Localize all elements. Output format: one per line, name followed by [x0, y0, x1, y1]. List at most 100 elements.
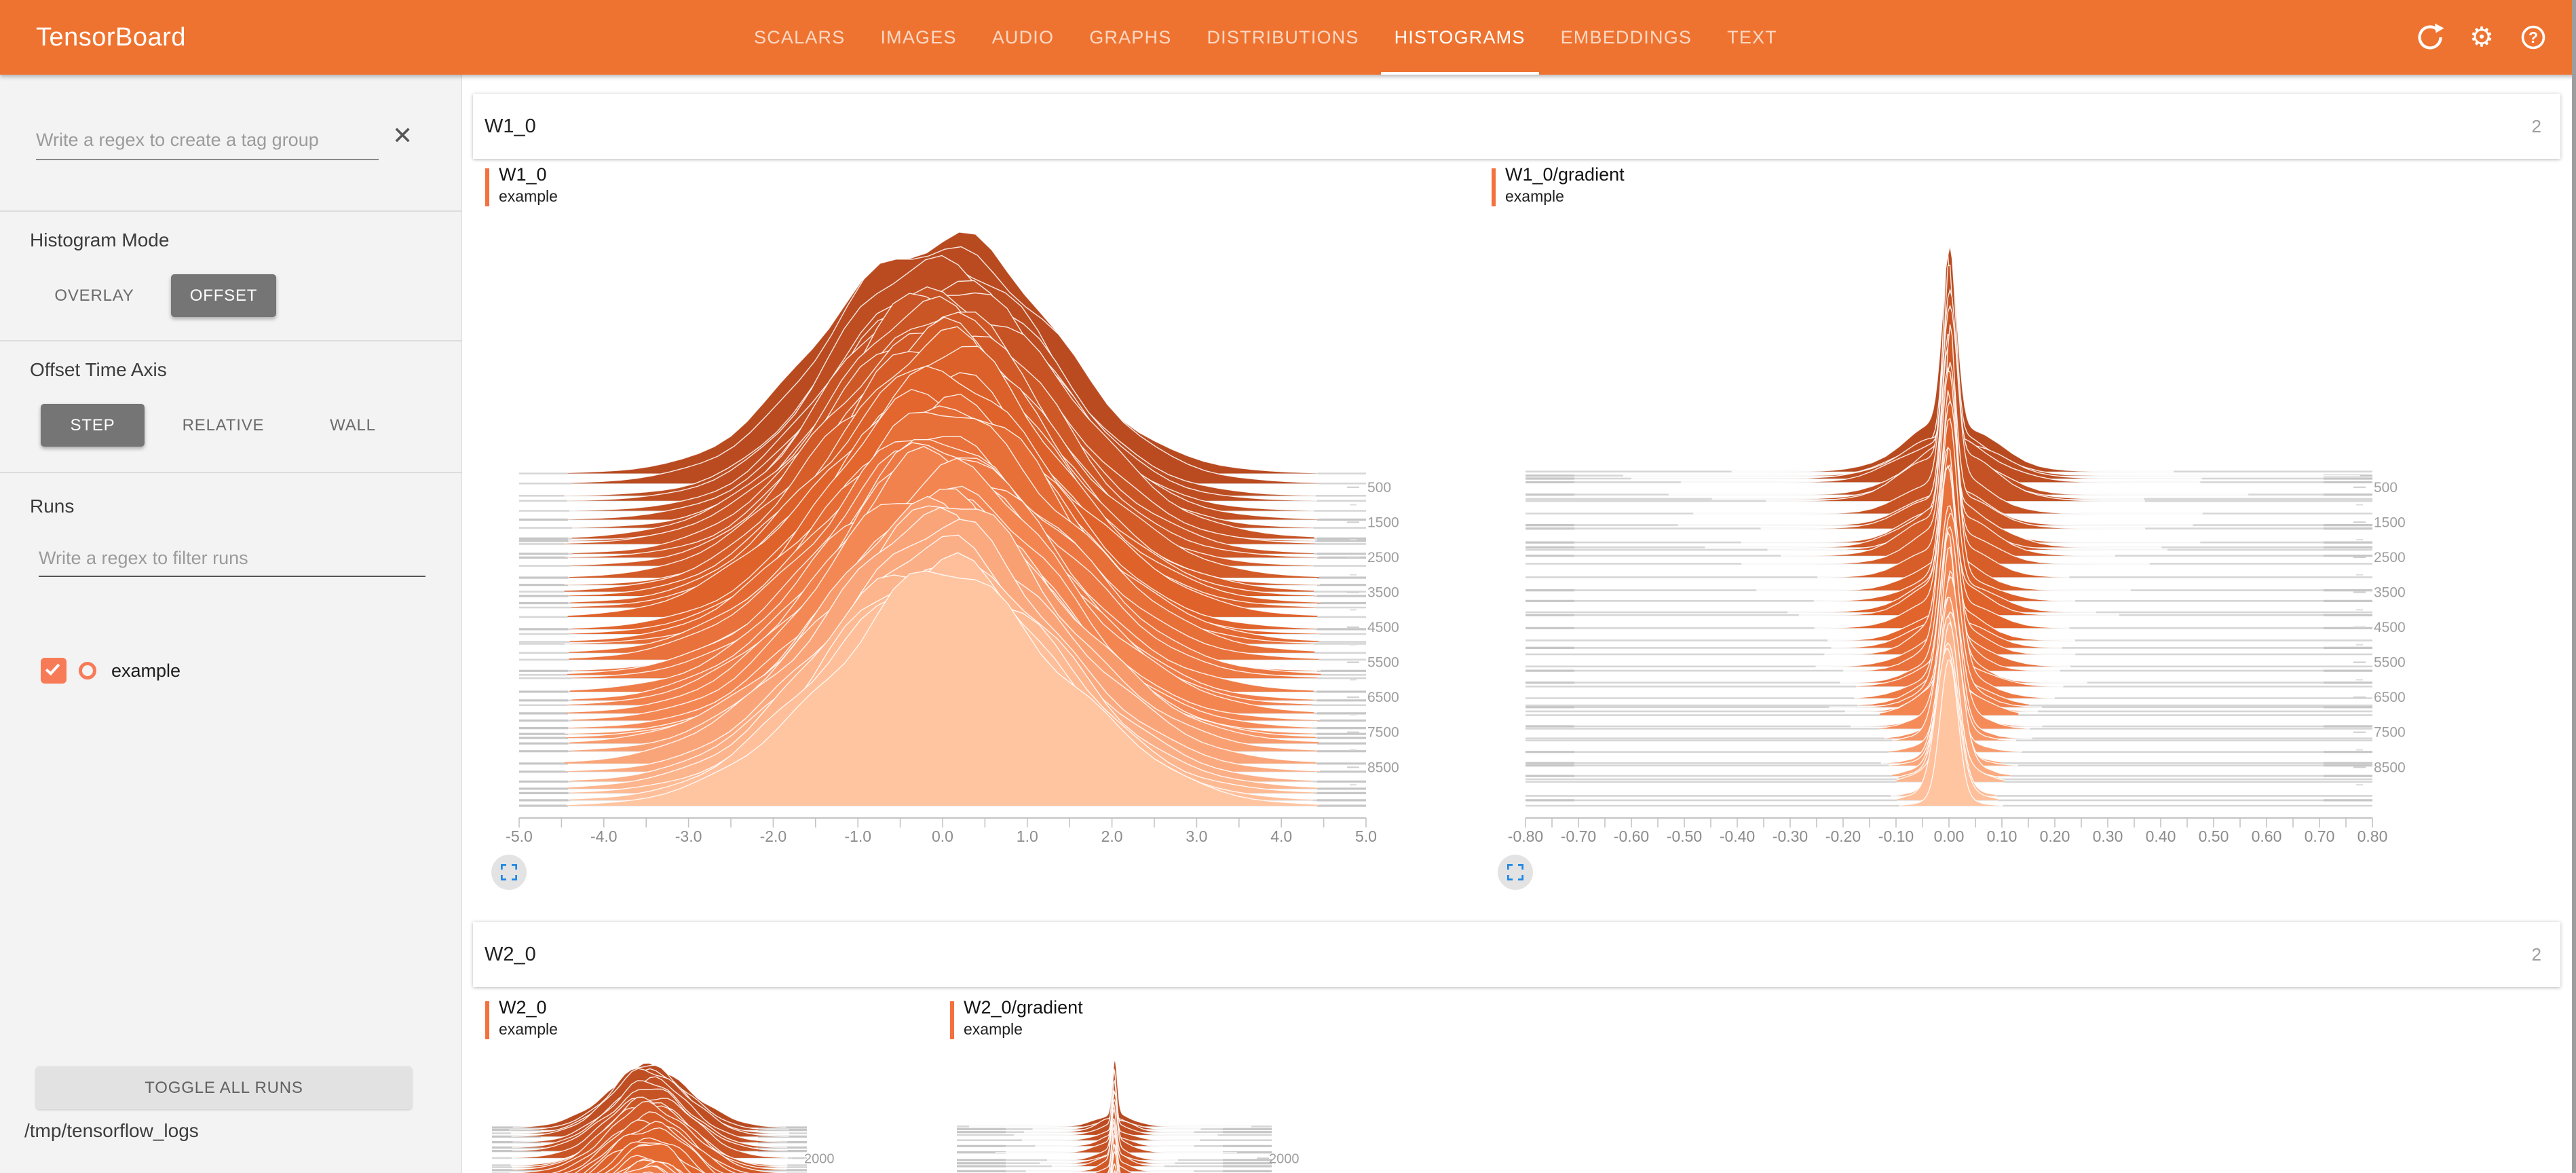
- tab-scalars[interactable]: SCALARS: [736, 0, 863, 75]
- expand-card-button[interactable]: [491, 855, 527, 890]
- runs-label: Runs: [30, 496, 74, 517]
- run-name[interactable]: example: [111, 660, 181, 682]
- run-accent-bar: [950, 1001, 954, 1039]
- refresh-icon[interactable]: [2414, 22, 2446, 53]
- card-header: W2_0 example: [473, 1001, 853, 1042]
- histogram-chart[interactable]: -0.80-0.70-0.60-0.50-0.40-0.30-0.20-0.10…: [1479, 204, 2426, 896]
- divider: [0, 472, 462, 473]
- tab-label: GRAPHS: [1089, 27, 1171, 48]
- run-row-example[interactable]: example: [41, 656, 181, 686]
- svg-text:-0.20: -0.20: [1825, 827, 1861, 845]
- expand-card-button[interactable]: [1498, 855, 1533, 890]
- svg-text:2500: 2500: [1367, 550, 1399, 565]
- svg-text:-0.60: -0.60: [1614, 827, 1649, 845]
- svg-text:5500: 5500: [1367, 655, 1399, 671]
- divider: [0, 210, 462, 212]
- section-title: W1_0: [485, 115, 536, 138]
- svg-text:0.00: 0.00: [1934, 827, 1965, 845]
- svg-text:3500: 3500: [2374, 585, 2406, 601]
- tab-embeddings[interactable]: EMBEDDINGS: [1543, 0, 1710, 75]
- svg-text:-4.0: -4.0: [590, 827, 618, 845]
- top-nav: SCALARS IMAGES AUDIO GRAPHS DISTRIBUTION…: [736, 0, 1795, 75]
- main-content: W1_0 2 W1_0 example -5.0-4.0-3.0-2.0-1.0…: [462, 75, 2572, 1173]
- run-color-swatch[interactable]: [79, 662, 96, 679]
- card-run-name: example: [499, 187, 558, 206]
- section-count-badge: 2: [2532, 944, 2541, 965]
- header-actions: ⚙ ?: [2414, 0, 2549, 75]
- svg-text:5500: 5500: [2374, 655, 2406, 671]
- toggle-all-runs-button[interactable]: TOGGLE ALL RUNS: [36, 1066, 412, 1109]
- help-icon[interactable]: ?: [2518, 22, 2549, 53]
- svg-text:-0.30: -0.30: [1773, 827, 1808, 845]
- svg-text:7500: 7500: [2374, 725, 2406, 741]
- tab-label: HISTOGRAMS: [1395, 27, 1526, 48]
- app-header: TensorBoard SCALARS IMAGES AUDIO GRAPHS …: [0, 0, 2576, 75]
- svg-text:1500: 1500: [1367, 515, 1399, 530]
- svg-text:0.0: 0.0: [932, 827, 953, 845]
- tab-images[interactable]: IMAGES: [863, 0, 974, 75]
- tab-label: IMAGES: [880, 27, 956, 48]
- run-checkbox[interactable]: [41, 658, 67, 684]
- svg-text:-5.0: -5.0: [506, 827, 533, 845]
- tab-histograms[interactable]: HISTOGRAMS: [1377, 0, 1543, 75]
- svg-text:4.0: 4.0: [1270, 827, 1292, 845]
- cards-row: W2_0 example -5.0-4.0-3.0-2.0-1.00.01.02…: [473, 992, 2560, 1173]
- offset-time-axis-label: Offset Time Axis: [30, 359, 167, 381]
- histogram-card-w1_0-gradient: W1_0/gradient example -0.80-0.70-0.60-0.…: [1479, 163, 2426, 899]
- histogram-card-w2_0-gradient: W2_0/gradient example -0.80-0.60-0.40-0.…: [938, 992, 1318, 1173]
- svg-text:4500: 4500: [2374, 620, 2406, 635]
- svg-text:500: 500: [1367, 480, 1391, 496]
- mode-offset-button[interactable]: OFFSET: [171, 274, 276, 317]
- svg-text:8500: 8500: [2374, 760, 2406, 775]
- svg-text:-0.10: -0.10: [1878, 827, 1914, 845]
- section-header-w1_0[interactable]: W1_0 2: [473, 94, 2560, 159]
- run-filter-input[interactable]: [39, 540, 425, 577]
- card-header: W1_0 example: [473, 163, 1420, 204]
- tab-audio[interactable]: AUDIO: [974, 0, 1072, 75]
- histogram-chart[interactable]: -0.80-0.60-0.40-0.200.000.200.400.600.80…: [938, 1051, 1318, 1173]
- svg-text:-3.0: -3.0: [675, 827, 702, 845]
- axis-wall-button[interactable]: WALL: [309, 404, 397, 447]
- svg-text:0.40: 0.40: [2146, 827, 2176, 845]
- active-tab-underline: [1381, 72, 1539, 75]
- mode-overlay-button[interactable]: OVERLAY: [30, 274, 159, 317]
- fullscreen-icon: [501, 864, 517, 880]
- axis-step-button[interactable]: STEP: [41, 404, 145, 447]
- histogram-card-w2_0: W2_0 example -5.0-4.0-3.0-2.0-1.00.01.02…: [473, 992, 853, 1173]
- tag-filter-input[interactable]: [36, 121, 379, 160]
- card-tag-title: W2_0/gradient: [964, 997, 1083, 1018]
- svg-text:1500: 1500: [2374, 515, 2406, 530]
- svg-text:-1.0: -1.0: [844, 827, 871, 845]
- tab-distributions[interactable]: DISTRIBUTIONS: [1189, 0, 1376, 75]
- svg-text:6500: 6500: [2374, 690, 2406, 705]
- sidebar: ✕ Histogram Mode OVERLAY OFFSET Offset T…: [0, 75, 462, 1173]
- svg-text:-0.40: -0.40: [1720, 827, 1755, 845]
- tab-text[interactable]: TEXT: [1709, 0, 1795, 75]
- tab-label: EMBEDDINGS: [1561, 27, 1692, 48]
- svg-text:2.0: 2.0: [1101, 827, 1123, 845]
- run-accent-bar: [485, 168, 489, 206]
- close-icon[interactable]: ✕: [392, 124, 413, 148]
- histogram-card-w1_0: W1_0 example -5.0-4.0-3.0-2.0-1.00.01.02…: [473, 163, 1420, 899]
- svg-text:500: 500: [2374, 480, 2398, 496]
- card-run-name: example: [499, 1020, 558, 1039]
- card-tag-title: W1_0/gradient: [1505, 164, 1625, 185]
- histogram-chart[interactable]: -5.0-4.0-3.0-2.0-1.00.01.02.03.04.05.050…: [473, 204, 1420, 896]
- check-mark-icon: [45, 660, 60, 675]
- histogram-chart[interactable]: -5.0-4.0-3.0-2.0-1.00.01.02.03.04.05.020…: [473, 1051, 853, 1173]
- svg-text:0.30: 0.30: [2093, 827, 2123, 845]
- svg-text:0.70: 0.70: [2305, 827, 2335, 845]
- tab-graphs[interactable]: GRAPHS: [1072, 0, 1189, 75]
- svg-text:0.20: 0.20: [2040, 827, 2070, 845]
- settings-gear-icon[interactable]: ⚙: [2466, 22, 2497, 53]
- section-header-w2_0[interactable]: W2_0 2: [473, 922, 2560, 987]
- svg-text:0.10: 0.10: [1987, 827, 2018, 845]
- page-scrollbar[interactable]: [2572, 0, 2576, 1173]
- svg-text:6500: 6500: [1367, 690, 1399, 705]
- svg-text:-0.70: -0.70: [1561, 827, 1596, 845]
- card-header: W2_0/gradient example: [938, 1001, 1318, 1042]
- svg-text:0.80: 0.80: [2357, 827, 2388, 845]
- axis-relative-button[interactable]: RELATIVE: [172, 404, 275, 447]
- svg-text:8500: 8500: [1367, 760, 1399, 775]
- section-title: W2_0: [485, 944, 536, 966]
